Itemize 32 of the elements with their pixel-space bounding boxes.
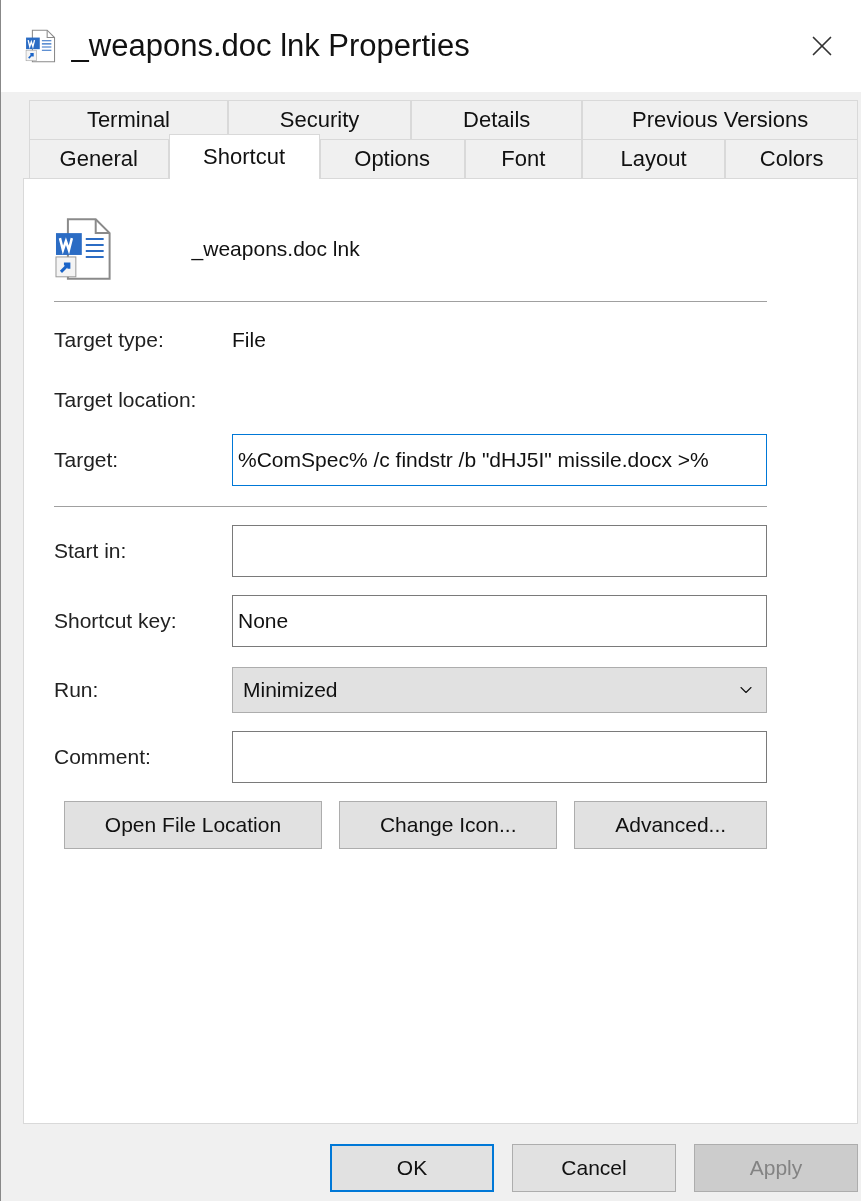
field-label: Comment: [54, 745, 152, 769]
field-label: Target location: [54, 388, 198, 412]
action-button[interactable]: Advanced... [574, 801, 767, 849]
tab[interactable]: Font [464, 139, 582, 178]
run-dropdown[interactable]: Minimized [232, 667, 767, 713]
tab[interactable]: Options [319, 139, 465, 178]
tab[interactable]: Security [227, 100, 412, 139]
tab[interactable]: Terminal [29, 100, 228, 139]
document-shortcut-icon [25, 29, 56, 63]
action-button[interactable]: Change Icon... [339, 801, 558, 849]
document-shortcut-icon [54, 217, 112, 281]
dialog-button[interactable]: Cancel [512, 1144, 676, 1192]
field-label: Run: [54, 678, 100, 702]
shortcut-name: _weapons.doc lnk [191, 237, 360, 261]
tab[interactable]: Layout [581, 139, 726, 178]
field-value: File [232, 328, 267, 352]
tab[interactable]: Details [411, 100, 583, 139]
tab[interactable]: Shortcut [168, 134, 320, 179]
input-field[interactable]: %ComSpec% /c findstr /b "dHJ5I" missile.docx >% [232, 434, 767, 486]
dialog-button[interactable]: OK [330, 1144, 494, 1192]
input-field[interactable] [232, 731, 767, 783]
tab[interactable]: Previous Versions [582, 100, 859, 139]
field-label: Target type: [54, 328, 165, 352]
field-label: Shortcut key: [54, 609, 178, 633]
input-field[interactable]: None [232, 595, 767, 647]
tab[interactable]: General [29, 139, 169, 178]
field-label: Target: [54, 448, 120, 472]
field-label: Start in: [54, 539, 128, 563]
window-title: _weapons.doc lnk Properties [71, 28, 471, 64]
input-field[interactable] [232, 525, 767, 577]
action-button[interactable]: Open File Location [64, 801, 322, 849]
tab[interactable]: Colors [725, 139, 859, 178]
